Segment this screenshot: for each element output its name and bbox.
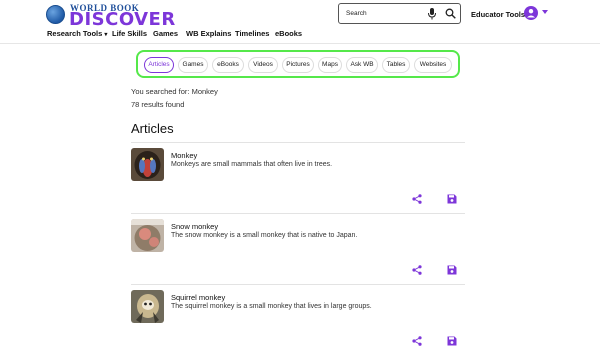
filter-videos[interactable]: Videos	[248, 57, 278, 73]
result-item[interactable]: Monkey Monkeys are small mammals that of…	[131, 142, 465, 214]
filter-maps[interactable]: Maps	[318, 57, 342, 73]
microphone-icon[interactable]	[427, 8, 437, 20]
filter-tables[interactable]: Tables	[382, 57, 410, 73]
result-description: Monkeys are small mammals that often liv…	[171, 161, 333, 168]
share-icon[interactable]	[412, 336, 422, 346]
caret-down-icon: ▾	[104, 32, 108, 38]
filter-ask-wb[interactable]: Ask WB	[346, 57, 378, 73]
user-avatar-icon[interactable]	[524, 6, 538, 20]
result-title[interactable]: Squirrel monkey	[171, 293, 225, 302]
logo-line2: DISCOVER	[69, 9, 176, 30]
filter-games[interactable]: Games	[178, 57, 208, 73]
results-count: 78 results found	[131, 100, 185, 109]
filter-ebooks[interactable]: eBooks	[212, 57, 244, 73]
save-icon[interactable]	[447, 194, 457, 204]
nav-research-tools[interactable]: Research Tools ▾	[47, 29, 107, 38]
world-book-discover-logo[interactable]: WORLD BOOK DISCOVER	[46, 3, 175, 29]
nav-timelines[interactable]: Timelines	[235, 29, 269, 38]
result-description: The squirrel monkey is a small monkey th…	[171, 303, 372, 310]
nav-wb-explains[interactable]: WB Explains	[186, 29, 231, 38]
searched-for-text: You searched for: Monkey	[131, 87, 218, 96]
globe-icon	[46, 5, 65, 24]
result-thumbnail[interactable]	[131, 148, 164, 181]
result-item[interactable]: Snow monkey The snow monkey is a small m…	[131, 213, 465, 285]
search-input[interactable]: Search	[346, 10, 367, 17]
section-title: Articles	[131, 121, 174, 136]
filter-articles[interactable]: Articles	[144, 57, 174, 73]
result-item[interactable]: Squirrel monkey The squirrel monkey is a…	[131, 284, 465, 356]
result-type-filters: Articles Games eBooks Videos Pictures Ma…	[136, 50, 460, 78]
result-thumbnail[interactable]	[131, 219, 164, 252]
share-icon[interactable]	[412, 194, 422, 204]
header: WORLD BOOK DISCOVER Research Tools ▾ Lif…	[0, 0, 600, 44]
result-title[interactable]: Snow monkey	[171, 222, 218, 231]
result-thumbnail[interactable]	[131, 290, 164, 323]
educator-tools-link[interactable]: Educator Tools	[471, 10, 525, 19]
search-icon[interactable]	[445, 8, 456, 19]
nav-life-skills[interactable]: Life Skills	[112, 29, 147, 38]
filter-pictures[interactable]: Pictures	[282, 57, 314, 73]
nav-ebooks[interactable]: eBooks	[275, 29, 302, 38]
account-dropdown-icon[interactable]	[542, 10, 548, 14]
result-title[interactable]: Monkey	[171, 151, 197, 160]
nav-games[interactable]: Games	[153, 29, 178, 38]
result-description: The snow monkey is a small monkey that i…	[171, 232, 358, 239]
search-box[interactable]: Search	[338, 3, 461, 24]
save-icon[interactable]	[447, 336, 457, 346]
save-icon[interactable]	[447, 265, 457, 275]
share-icon[interactable]	[412, 265, 422, 275]
filter-websites[interactable]: Websites	[414, 57, 452, 73]
